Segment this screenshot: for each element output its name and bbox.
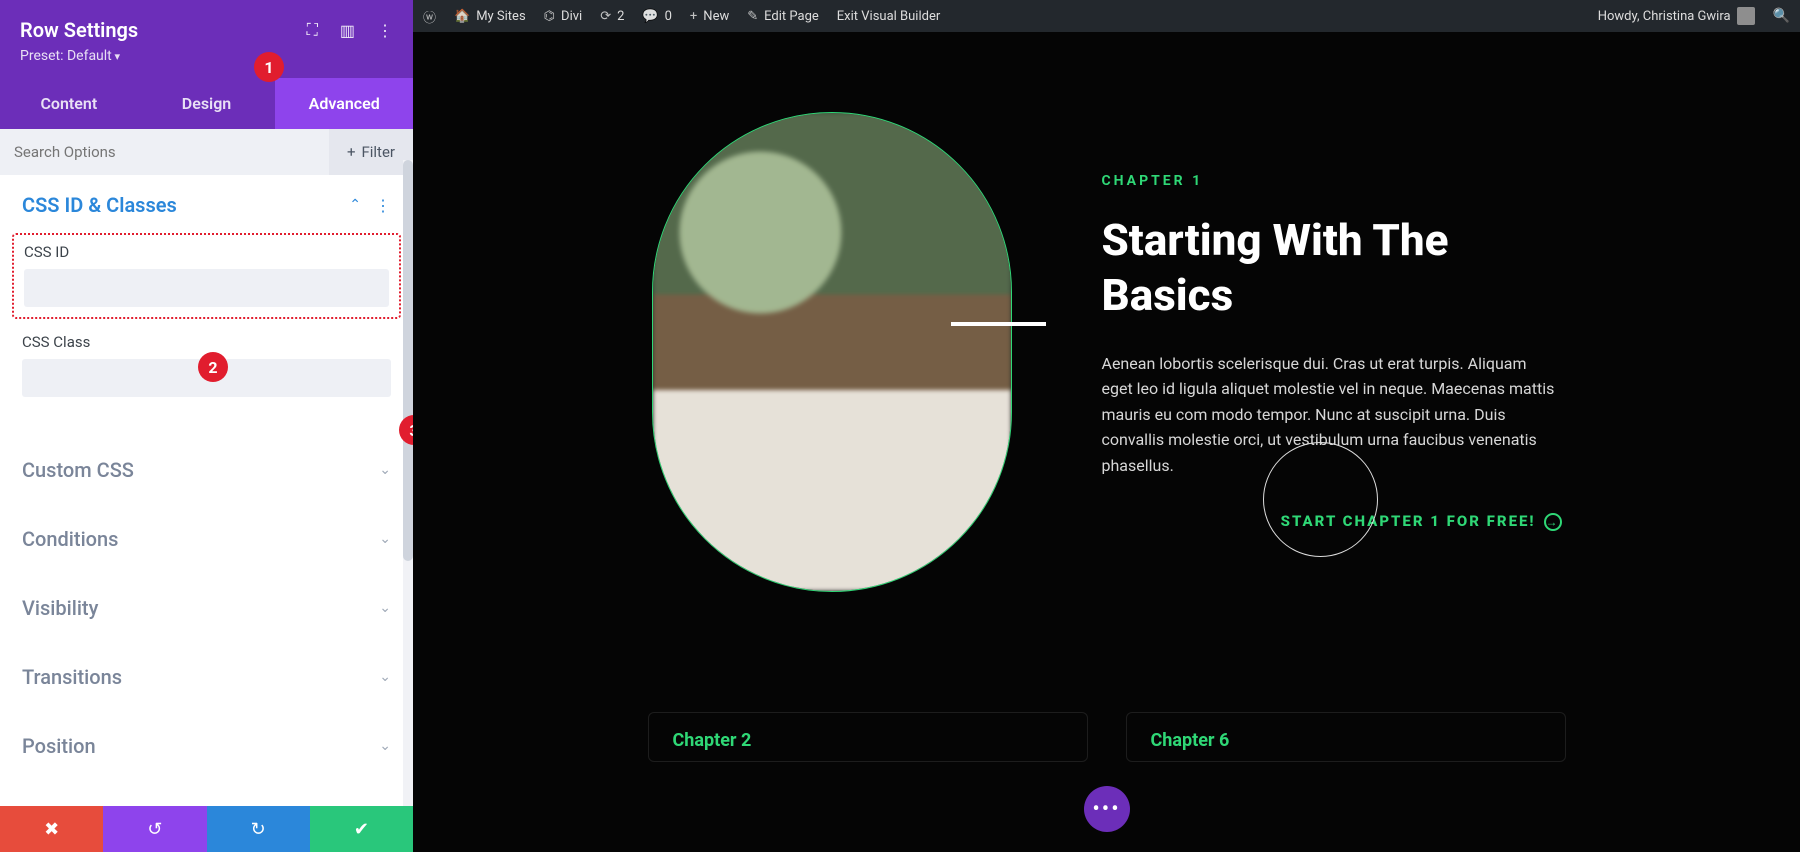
sidebar-header: Row Settings ⛶ ▥ ⋮ Preset: Default bbox=[0, 0, 413, 78]
section-conditions[interactable]: Conditions ⌄ bbox=[0, 504, 413, 573]
save-button[interactable]: ✔ bbox=[310, 806, 413, 852]
redo-button[interactable]: ↻ bbox=[207, 806, 310, 852]
comments-count: 0 bbox=[665, 9, 672, 24]
chevron-down-icon: ⌄ bbox=[379, 462, 391, 478]
pencil-icon: ✎ bbox=[747, 9, 758, 24]
section-title: Position bbox=[22, 734, 96, 758]
tab-advanced[interactable]: Advanced bbox=[275, 78, 413, 129]
css-id-label: CSS ID bbox=[24, 243, 389, 261]
section-custom-css[interactable]: Custom CSS ⌄ bbox=[0, 435, 413, 504]
panel-body: CSS ID & Classes ⌃ ⋮ 2 CSS ID 3 CSS Clas… bbox=[0, 175, 413, 806]
hero-image bbox=[652, 112, 1012, 592]
avatar bbox=[1737, 7, 1755, 25]
settings-sidebar: Row Settings ⛶ ▥ ⋮ Preset: Default Conte… bbox=[0, 0, 413, 852]
chevron-down-icon: ⌄ bbox=[379, 669, 391, 685]
accent-circle bbox=[1263, 442, 1378, 557]
site-name-link[interactable]: ⌬ Divi bbox=[544, 9, 583, 24]
howdy-label: Howdy, Christina Gwira bbox=[1598, 9, 1731, 24]
updates-link[interactable]: ⟳2 bbox=[600, 9, 624, 24]
preview-canvas[interactable]: CHAPTER 1 Starting With The Basics Aenea… bbox=[413, 32, 1800, 852]
preset-selector[interactable]: Preset: Default bbox=[20, 48, 393, 64]
chapter-card[interactable]: Chapter 2 bbox=[648, 712, 1088, 762]
exit-vb-link[interactable]: Exit Visual Builder bbox=[837, 9, 940, 24]
chapter-card[interactable]: Chapter 6 bbox=[1126, 712, 1566, 762]
footer-actions: ✖ ↺ ↻ ✔ bbox=[0, 806, 413, 852]
my-sites-label: My Sites bbox=[476, 9, 525, 24]
builder-fab[interactable]: ••• bbox=[1084, 786, 1130, 832]
section-title: Custom CSS bbox=[22, 458, 134, 482]
preview-area: ⓦ 🏠My Sites ⌬Divi ⟳2 💬0 +New ✎Edit Page … bbox=[413, 0, 1800, 852]
filter-button[interactable]: + Filter bbox=[329, 129, 413, 175]
chapter-label: CHAPTER 1 bbox=[1102, 173, 1562, 189]
hero-section: CHAPTER 1 Starting With The Basics Aenea… bbox=[413, 32, 1800, 712]
chevron-down-icon: ⌄ bbox=[379, 600, 391, 616]
section-title: CSS ID & Classes bbox=[22, 193, 177, 217]
annotation-1: 1 bbox=[254, 52, 284, 82]
expand-icon[interactable]: ⛶ bbox=[307, 20, 318, 40]
chevron-down-icon: ⌄ bbox=[379, 531, 391, 547]
columns-icon[interactable]: ▥ bbox=[340, 21, 355, 40]
tab-content[interactable]: Content bbox=[0, 78, 138, 129]
css-class-label: CSS Class bbox=[22, 333, 391, 351]
comment-icon: 💬 bbox=[642, 9, 658, 24]
comments-link[interactable]: 💬0 bbox=[642, 9, 672, 24]
home-icon: 🏠 bbox=[454, 9, 470, 24]
section-transitions[interactable]: Transitions ⌄ bbox=[0, 642, 413, 711]
settings-tabs: Content Design Advanced bbox=[0, 78, 413, 129]
my-sites-link[interactable]: 🏠 My Sites bbox=[454, 9, 526, 24]
section-title: Transitions bbox=[22, 665, 122, 689]
wp-admin-bar: ⓦ 🏠My Sites ⌬Divi ⟳2 💬0 +New ✎Edit Page … bbox=[413, 0, 1800, 32]
wp-logo-icon[interactable]: ⓦ bbox=[423, 7, 436, 26]
search-row: + Filter bbox=[0, 129, 413, 175]
edit-page-link[interactable]: ✎ Edit Page bbox=[747, 9, 819, 24]
updates-count: 2 bbox=[617, 9, 624, 24]
scrollbar-thumb[interactable] bbox=[403, 160, 413, 561]
plus-icon: + bbox=[347, 143, 356, 161]
chapter-cards: Chapter 2 Chapter 6 bbox=[413, 712, 1800, 762]
filter-label: Filter bbox=[361, 143, 395, 161]
scrollbar[interactable] bbox=[403, 160, 413, 806]
new-link[interactable]: + New bbox=[690, 9, 729, 24]
search-icon[interactable]: 🔍 bbox=[1773, 8, 1790, 24]
search-input[interactable] bbox=[0, 129, 329, 175]
cancel-button[interactable]: ✖ bbox=[0, 806, 103, 852]
section-title: Visibility bbox=[22, 596, 98, 620]
arrow-right-icon: → bbox=[1544, 513, 1562, 531]
refresh-icon: ⟳ bbox=[600, 9, 611, 24]
section-visibility[interactable]: Visibility ⌄ bbox=[0, 573, 413, 642]
more-icon[interactable]: ⋮ bbox=[377, 21, 393, 40]
field-css-id: CSS ID bbox=[12, 233, 401, 319]
panel-title: Row Settings bbox=[20, 18, 138, 42]
accent-line bbox=[951, 322, 1046, 326]
new-label: New bbox=[703, 9, 729, 24]
plus-icon: + bbox=[690, 9, 697, 24]
undo-button[interactable]: ↺ bbox=[103, 806, 206, 852]
site-name-label: Divi bbox=[561, 9, 582, 24]
section-css-id-classes[interactable]: CSS ID & Classes ⌃ ⋮ bbox=[0, 175, 413, 229]
section-position[interactable]: Position ⌄ bbox=[0, 711, 413, 780]
tab-design[interactable]: Design bbox=[138, 78, 276, 129]
chevron-up-icon: ⌃ bbox=[349, 197, 361, 213]
edit-page-label: Edit Page bbox=[764, 9, 819, 24]
annotation-2: 2 bbox=[198, 352, 228, 382]
section-title: Conditions bbox=[22, 527, 118, 551]
css-id-input[interactable] bbox=[24, 269, 389, 307]
hero-title: Starting With The Basics bbox=[1102, 213, 1562, 323]
chevron-down-icon: ⌄ bbox=[379, 738, 391, 754]
gauge-icon: ⌬ bbox=[544, 9, 555, 24]
exit-vb-label: Exit Visual Builder bbox=[837, 9, 940, 24]
howdy-link[interactable]: Howdy, Christina Gwira bbox=[1598, 7, 1755, 25]
section-more-icon[interactable]: ⋮ bbox=[375, 196, 391, 215]
